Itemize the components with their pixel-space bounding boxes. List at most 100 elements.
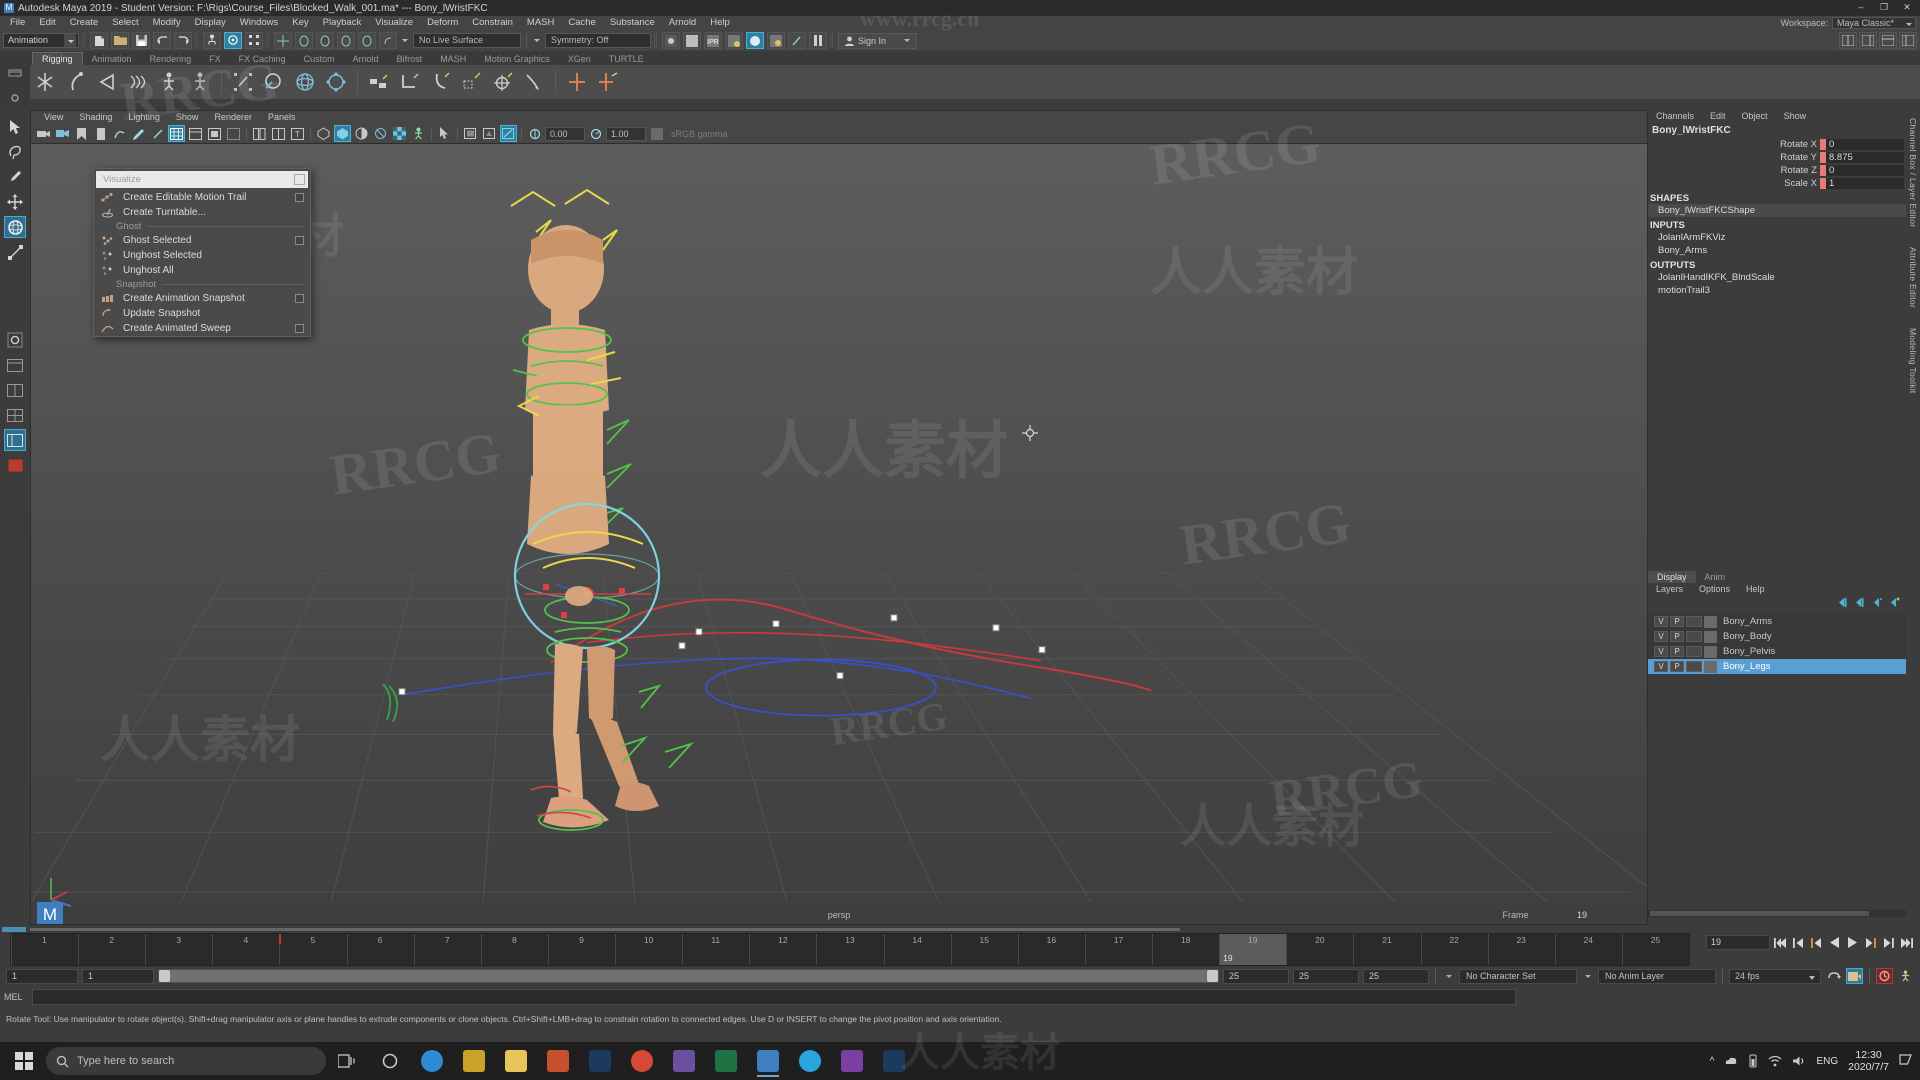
viewport-display-textures-icon[interactable] [462,125,479,142]
animation-preferences-button[interactable] [1876,968,1893,984]
toolbar-grip[interactable] [82,33,87,48]
snap-viewplane-button[interactable] [358,32,376,49]
taskbar-app-files-icon[interactable] [496,1043,536,1079]
taskbar-app-chrome-icon[interactable] [622,1043,662,1079]
channel-row-rotate-y[interactable]: Rotate Y 8.875 [1648,151,1904,163]
menu-item-update-snapshot[interactable]: Update Snapshot [94,306,310,321]
anim-layer-field[interactable]: No Anim Layer [1598,968,1716,984]
viewport-menu-renderer[interactable]: Renderer [206,111,260,124]
channel-value[interactable]: 8.875 [1826,151,1904,163]
parent-constraint-icon[interactable] [366,69,392,95]
shelf-tab-arnold[interactable]: Arnold [344,52,388,65]
menu-item-file[interactable]: File [3,16,32,30]
paint-skin-weights-icon[interactable] [187,69,213,95]
show-tool-settings-button[interactable] [1899,32,1917,49]
two-d-pan-zoom-icon[interactable] [111,125,128,142]
viewport-menu-shading[interactable]: Shading [71,111,120,124]
layer-visibility-toggle[interactable]: V [1654,616,1668,627]
menu-item-display[interactable]: Display [188,16,233,30]
menu-tearoff-handle[interactable]: Visualize [96,171,308,188]
channel-box-menu-channels[interactable]: Channels [1648,110,1702,123]
snap-projected-button[interactable] [337,32,355,49]
close-button[interactable]: ✕ [1896,1,1918,14]
step-forward-key-button[interactable] [1881,935,1896,950]
taskbar-app-premiere-icon[interactable] [664,1043,704,1079]
render-current-button[interactable] [683,32,701,49]
grid-toggle-icon[interactable] [149,125,166,142]
cortana-button[interactable] [370,1043,410,1079]
move-layer-up-icon[interactable] [1836,595,1849,613]
live-surface-caret-icon[interactable] [400,33,410,48]
shadows-icon[interactable]: T [289,125,306,142]
pole-vector-constraint-icon[interactable] [521,69,547,95]
go-to-end-button[interactable] [1899,935,1914,950]
shelf-tab-bifrost[interactable]: Bifrost [388,52,432,65]
menu-item-visualize[interactable]: Visualize [368,16,420,30]
start-button[interactable] [4,1043,44,1079]
symmetry-field[interactable]: Symmetry: Off [545,33,651,48]
menu-item-mash[interactable]: MASH [520,16,561,30]
create-cluster-icon[interactable] [230,69,256,95]
layer-tab-display[interactable]: Display [1648,571,1696,583]
menu-item-constrain[interactable]: Constrain [465,16,520,30]
create-empty-layer-icon[interactable] [1870,595,1883,613]
menu-item-create-animation-snapshot[interactable]: Create Animation Snapshot [94,291,310,306]
layout-hypershade-icon[interactable] [4,454,26,476]
shelf-tab-custom[interactable]: Custom [295,52,344,65]
live-surface-field[interactable]: No Live Surface [413,33,521,48]
select-hierarchy-button[interactable] [203,32,221,49]
layout-persp-outliner-icon[interactable] [4,429,26,451]
menu-item-help[interactable]: Help [703,16,737,30]
shelf-tab-motion-graphics[interactable]: Motion Graphics [475,52,559,65]
layer-menu-help[interactable]: Help [1738,583,1773,596]
viewport-checker-icon[interactable] [391,125,408,142]
playback-end-time-field[interactable]: 25 [1223,968,1289,984]
layer-color-swatch[interactable] [1704,660,1717,673]
aim-constraint-icon[interactable] [490,69,516,95]
language-indicator[interactable]: ENG [1816,1056,1838,1067]
go-to-start-button[interactable] [1773,935,1788,950]
playback-start-time-field[interactable]: 1 [82,968,154,984]
exposure-value[interactable]: 0.00 [545,126,585,141]
layer-row-bony-body[interactable]: V P Bony_Body [1648,629,1906,644]
menu-item-create-animated-sweep[interactable]: Create Animated Sweep [94,321,310,336]
snap-grid-button[interactable] [274,32,292,49]
wireframe-toggle-icon[interactable] [168,125,185,142]
layer-type-swatch[interactable] [1686,661,1702,672]
time-slider-handle[interactable] [2,927,26,932]
layer-color-swatch[interactable] [1704,615,1717,628]
layer-playback-toggle[interactable]: P [1670,616,1684,627]
tool-last-used[interactable] [4,329,26,351]
tool-paint-select[interactable] [4,166,26,188]
animation-end-time-field[interactable]: 25 [1293,968,1359,984]
taskbar-app-maya-icon[interactable] [748,1043,788,1079]
open-scene-button[interactable] [111,32,129,49]
range-handle-left[interactable] [159,970,170,982]
viewport-color-management-icon[interactable] [500,125,517,142]
menu-item-create-turntable[interactable]: Create Turntable... [94,205,310,220]
menu-item-modify[interactable]: Modify [146,16,188,30]
menu-item-unghost-all[interactable]: Unghost All [94,263,310,278]
show-channel-box-button[interactable] [1859,32,1877,49]
shelf-tab-xgen[interactable]: XGen [559,52,600,65]
taskbar-app-excel-icon[interactable] [706,1043,746,1079]
taskbar-app-powerpoint-icon[interactable] [538,1043,578,1079]
channel-value[interactable]: 0 [1826,138,1904,150]
play-backwards-button[interactable] [1827,935,1842,950]
isolate-select-icon[interactable] [410,125,427,142]
menu-item-key[interactable]: Key [285,16,315,30]
taskbar-app-photoshop2-icon[interactable] [874,1043,914,1079]
menu-item-create-editable-motion-trail[interactable]: Create Editable Motion Trail [94,190,310,205]
layer-type-swatch[interactable] [1686,616,1702,627]
layer-menu-options[interactable]: Options [1691,583,1738,596]
snap-curve-button[interactable] [295,32,313,49]
character-set-caret-icon[interactable] [1442,969,1455,984]
shelf-tab-turtle[interactable]: TURTLE [600,52,653,65]
sign-in-button[interactable]: Sign In [838,32,918,49]
create-ik-handle-icon[interactable] [63,69,89,95]
use-all-lights-icon[interactable] [270,125,287,142]
tool-move[interactable] [4,191,26,213]
option-box-icon[interactable] [295,294,304,303]
layer-row-bony-legs[interactable]: V P Bony_Legs [1648,659,1906,674]
tool-lasso[interactable] [4,141,26,163]
